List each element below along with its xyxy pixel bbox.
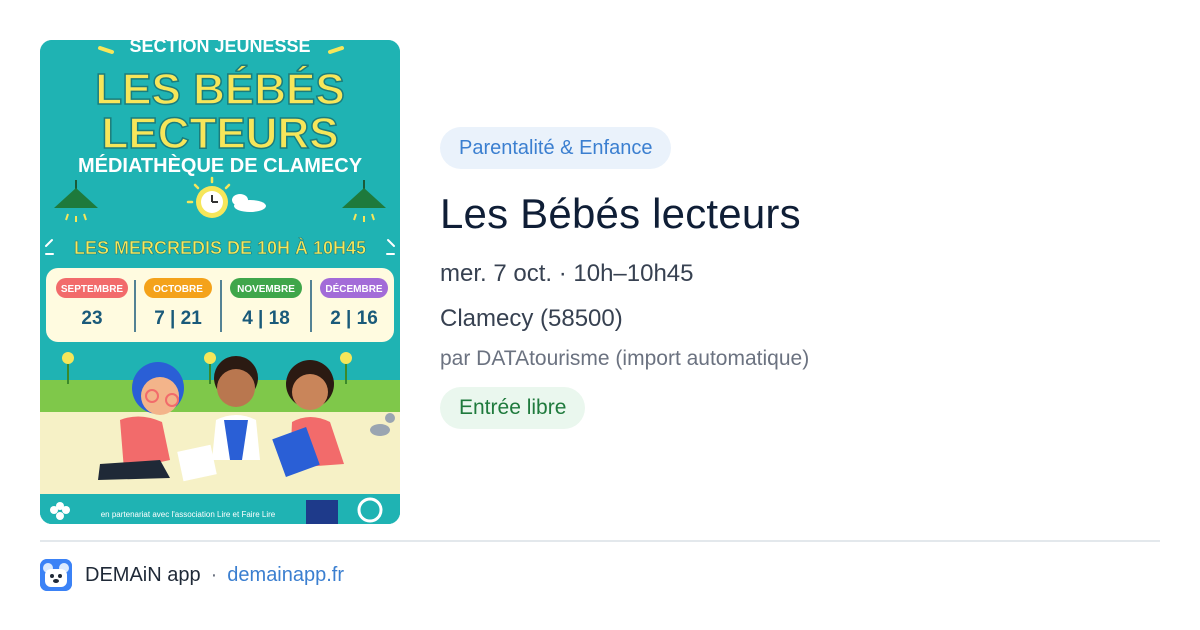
event-datetime: mer. 7 oct. · 10h–10h45 [440, 260, 694, 287]
price-chip: Entrée libre [440, 387, 586, 429]
event-poster-image: SECTION JEUNESSE LES BÉBÉS LECTEURS MÉDI… [40, 40, 400, 524]
partner-logo [306, 500, 338, 524]
month-september-name: SEPTEMBRE [61, 284, 124, 295]
month-november-days: 4 | 18 [242, 308, 290, 329]
month-october-name: OCTOBRE [153, 284, 203, 295]
poster-venue-text: MÉDIATHÈQUE DE CLAMECY [78, 154, 363, 177]
app-name: DEMAiN app [85, 563, 201, 586]
poster-partner-text: en partenariat avec l'association Lire e… [101, 510, 276, 519]
event-location: Clamecy (58500) [440, 305, 623, 332]
event-source: par DATAtourisme (import automatique) [440, 347, 810, 370]
footer: DEMAiN app · demainapp.fr [40, 558, 344, 592]
month-december-days: 2 | 16 [330, 308, 378, 329]
event-info: Parentalité & Enfance Les Bébés lecteurs… [440, 127, 1140, 429]
poster-title-line2: LECTEURS [101, 109, 338, 158]
app-link[interactable]: demainapp.fr [227, 564, 344, 587]
month-november-name: NOVEMBRE [237, 284, 295, 295]
category-chip[interactable]: Parentalité & Enfance [440, 127, 672, 169]
month-december-name: DÉCEMBRE [325, 282, 383, 295]
poster-section-text: SECTION JEUNESSE [129, 40, 310, 56]
bear-face-icon [40, 559, 72, 591]
month-september-days: 23 [81, 308, 102, 329]
footer-separator: · [210, 563, 218, 586]
month-october-days: 7 | 21 [154, 308, 202, 329]
poster-title-line1: LES BÉBÉS [95, 64, 344, 114]
divider [40, 540, 1160, 542]
poster-schedule-text: LES MERCREDIS DE 10H À 10H45 [74, 237, 366, 258]
event-title: Les Bébés lecteurs [440, 190, 801, 237]
